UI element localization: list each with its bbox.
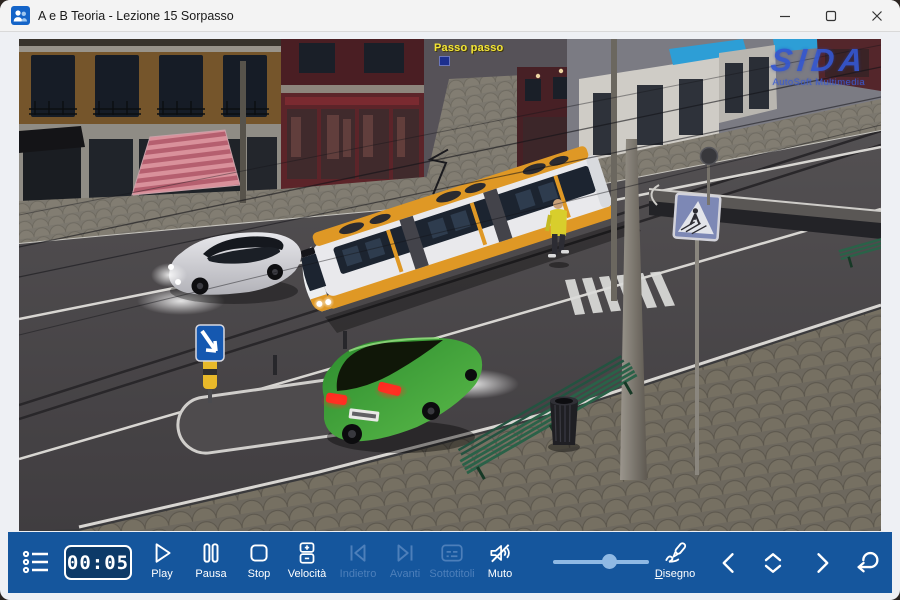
return-arrow-icon — [853, 549, 883, 577]
stop-icon — [246, 540, 272, 566]
pause-label: Pausa — [195, 568, 226, 580]
return-button[interactable] — [853, 549, 883, 582]
skip-back-icon — [345, 540, 371, 566]
window-title: A e B Teoria - Lezione 15 Sorpasso — [38, 9, 234, 23]
media-toolbar: 00:05 Play Pausa Stop Velocità Indietro — [8, 532, 892, 593]
mute-icon — [487, 540, 513, 566]
mute-button[interactable]: Muto — [474, 532, 526, 593]
stop-label: Stop — [248, 568, 271, 580]
forward-label: Avanti — [390, 568, 420, 580]
video-canvas: Passo passo SIDA AutoSoft Multimedia — [19, 39, 881, 531]
draw-button[interactable]: Disegno — [645, 532, 705, 593]
lesson-selector-button[interactable] — [758, 549, 788, 582]
minimize-icon — [778, 9, 792, 23]
back-label: Indietro — [340, 568, 377, 580]
street-scene — [19, 39, 881, 531]
prev-lesson-button[interactable] — [715, 549, 743, 582]
green-car — [321, 338, 482, 453]
desktop: { "window": { "title": "A e B Teoria - L… — [0, 0, 900, 600]
skip-forward-icon — [392, 540, 418, 566]
lesson-menu-button[interactable] — [21, 547, 51, 582]
next-lesson-button[interactable] — [808, 549, 836, 582]
trash-can — [548, 397, 580, 453]
mute-label: Muto — [488, 568, 512, 580]
play-label: Play — [151, 568, 172, 580]
pause-icon — [198, 540, 224, 566]
speed-label: Velocità — [288, 568, 327, 580]
maximize-icon — [824, 9, 838, 23]
pen-draw-icon — [662, 540, 688, 566]
play-icon — [149, 540, 175, 566]
chevron-left-icon — [715, 549, 743, 577]
speed-icon — [294, 540, 320, 566]
title-bar: A e B Teoria - Lezione 15 Sorpasso — [0, 0, 900, 32]
maximize-button[interactable] — [808, 0, 854, 31]
speed-button[interactable]: Velocità — [278, 532, 336, 593]
step-overlay-marker — [439, 56, 450, 66]
building-red — [281, 39, 424, 191]
pause-button[interactable]: Pausa — [185, 532, 237, 593]
volume-slider[interactable] — [553, 532, 649, 593]
minimize-button[interactable] — [762, 0, 808, 31]
wire-pole-left — [240, 61, 246, 203]
play-button[interactable]: Play — [136, 532, 188, 593]
app-window: A e B Teoria - Lezione 15 Sorpasso — [0, 0, 900, 600]
subtitles-label: Sottotitoli — [429, 568, 474, 580]
elapsed-timer: 00:05 — [64, 545, 132, 580]
step-overlay-label: Passo passo — [434, 42, 503, 54]
close-icon — [870, 9, 884, 23]
list-menu-icon — [21, 547, 51, 577]
wire-pole-mid — [611, 39, 617, 301]
chevron-up-down-icon — [758, 549, 788, 577]
slider-handle[interactable] — [602, 554, 617, 569]
draw-label: Disegno — [655, 568, 695, 580]
close-button[interactable] — [854, 0, 900, 31]
chevron-right-icon — [808, 549, 836, 577]
window-controls — [762, 0, 900, 31]
subtitles-icon — [439, 540, 465, 566]
app-icon — [11, 6, 30, 25]
